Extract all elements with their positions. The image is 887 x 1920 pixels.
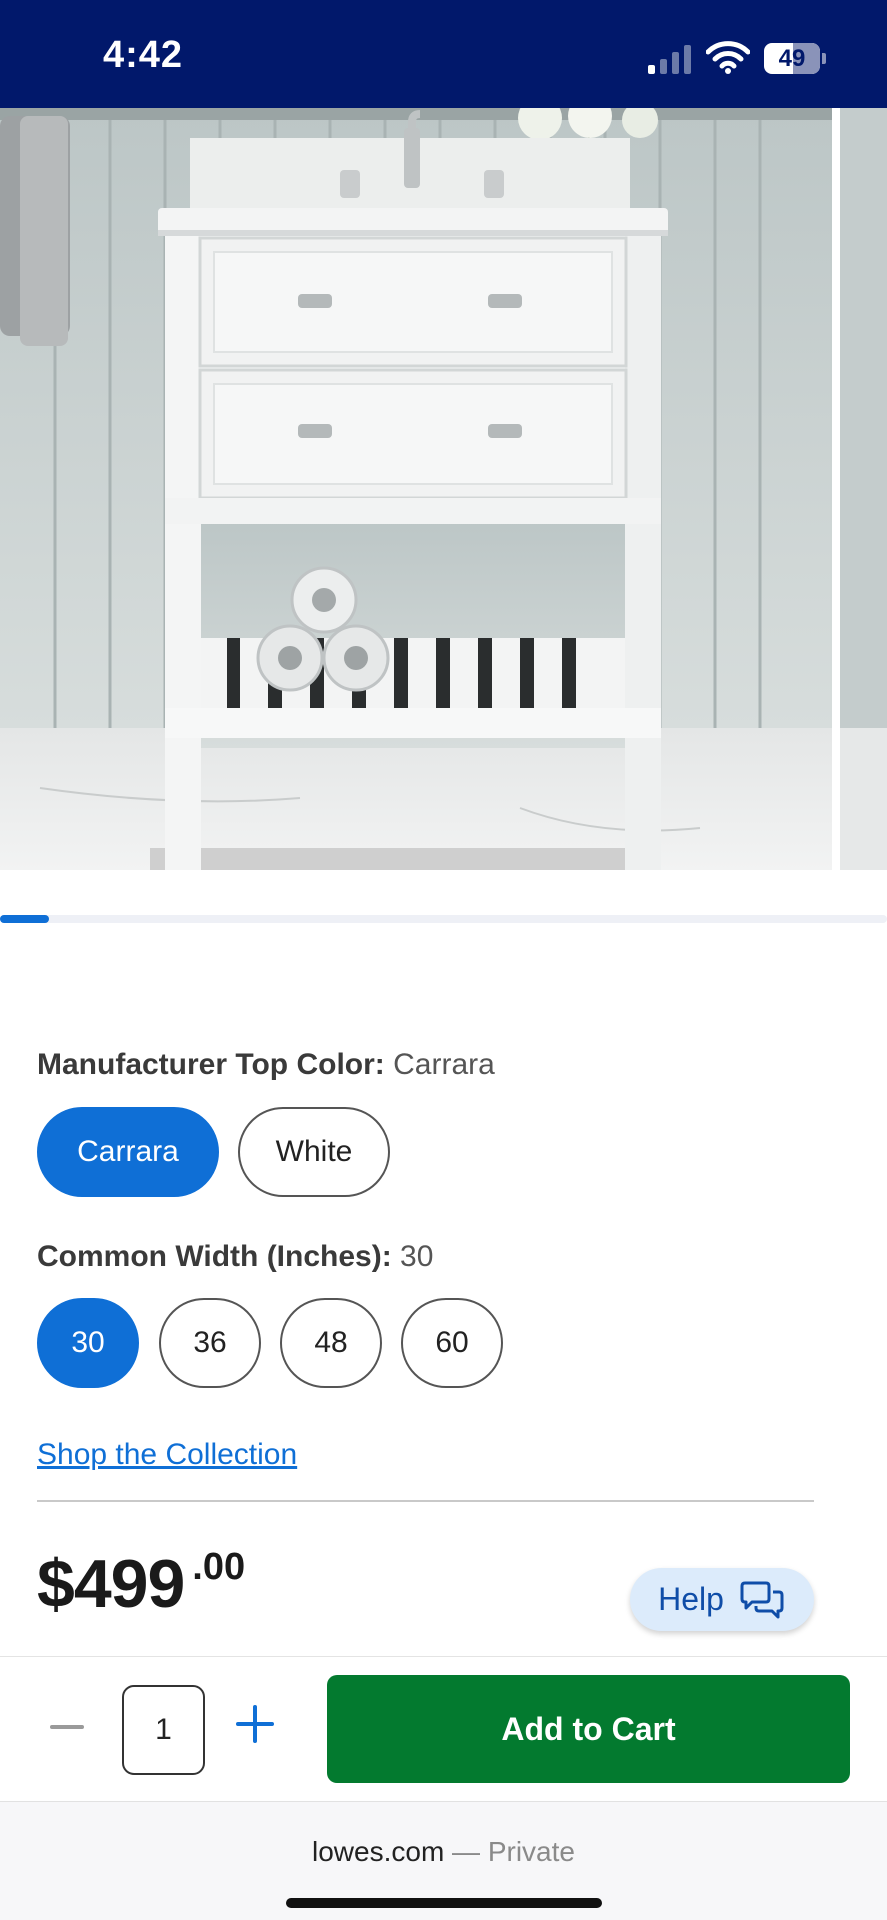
shop-collection-link[interactable]: Shop the Collection — [37, 1438, 297, 1472]
color-option-carrara[interactable]: Carrara — [37, 1107, 219, 1197]
battery-icon: 49 — [764, 43, 826, 74]
battery-level: 49 — [778, 45, 806, 72]
top-color-label-row: Manufacturer Top Color: Carrara — [37, 1048, 495, 1082]
width-option-48[interactable]: 48 — [280, 1298, 382, 1388]
width-label: Common Width (Inches): — [37, 1240, 392, 1273]
width-option-60[interactable]: 60 — [401, 1298, 503, 1388]
carousel-progress-indicator — [0, 915, 49, 923]
status-time: 4:42 — [103, 34, 184, 76]
url-line: lowes.com — Private — [0, 1836, 887, 1868]
add-to-cart-button[interactable]: Add to Cart — [327, 1675, 850, 1783]
browser-address-bar[interactable]: lowes.com — Private — [0, 1801, 887, 1920]
quantity-input[interactable]: 1 — [122, 1685, 205, 1775]
price-cents: .00 — [192, 1546, 246, 1588]
help-label: Help — [658, 1581, 724, 1617]
wifi-icon — [706, 41, 750, 74]
url-domain: lowes.com — [312, 1836, 445, 1867]
price-dollars: $499 — [37, 1546, 185, 1622]
price: $499.00 — [37, 1545, 245, 1623]
carousel-progress — [0, 915, 887, 923]
status-bar: 4:42 49 — [0, 0, 887, 108]
add-to-cart-bar: 1 Add to Cart — [0, 1656, 887, 1801]
divider — [37, 1500, 814, 1502]
home-indicator[interactable] — [286, 1898, 602, 1908]
quantity-decrease-button[interactable] — [50, 1725, 84, 1729]
top-color-label: Manufacturer Top Color: — [37, 1048, 385, 1081]
top-color-selected: Carrara — [393, 1048, 495, 1081]
color-option-white[interactable]: White — [238, 1107, 390, 1197]
width-selected: 30 — [400, 1240, 434, 1273]
width-label-row: Common Width (Inches): 30 — [37, 1240, 433, 1274]
width-option-30[interactable]: 30 — [37, 1298, 139, 1388]
width-option-36[interactable]: 36 — [159, 1298, 261, 1388]
product-page: 4:42 49 Manufacturer Top Color: Carrara … — [0, 0, 887, 1920]
product-image[interactable] — [0, 108, 887, 870]
vanity-illustration — [0, 108, 887, 870]
cellular-signal-icon — [648, 44, 692, 74]
private-mode-label: — Private — [452, 1836, 575, 1867]
help-button[interactable]: Help — [630, 1568, 814, 1631]
chat-bubbles-icon — [740, 1581, 784, 1618]
quantity-increase-button[interactable] — [236, 1705, 274, 1743]
